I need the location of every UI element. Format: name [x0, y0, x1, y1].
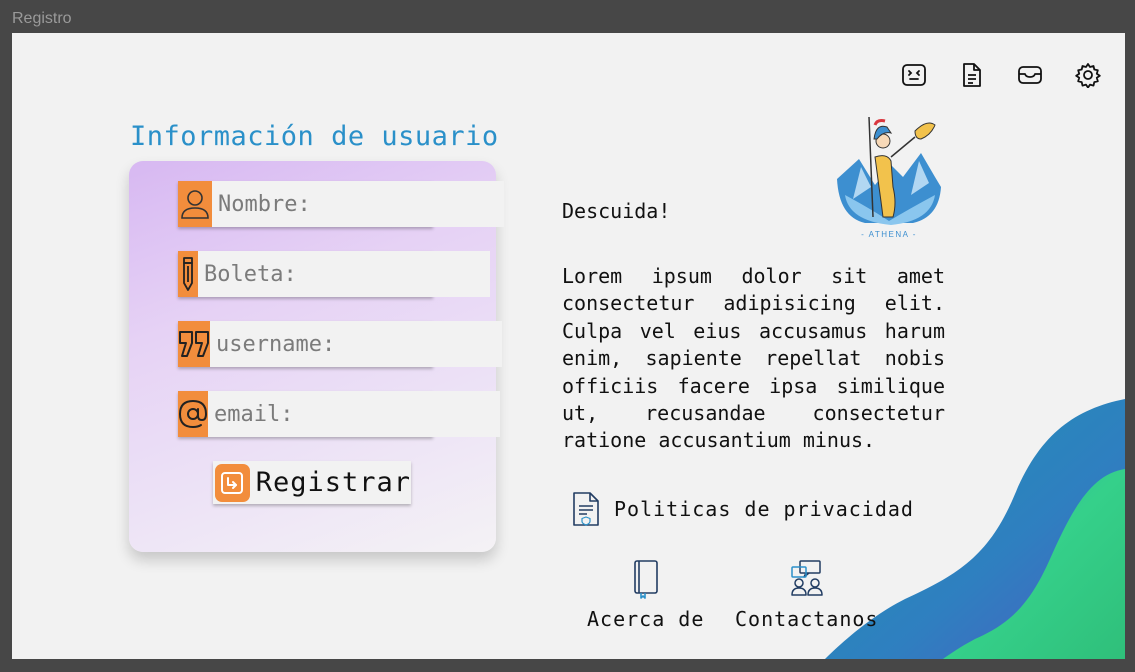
contact-label: Contactanos: [735, 607, 879, 631]
privacy-document-icon: [572, 491, 600, 527]
about-label: Acerca de: [587, 607, 705, 631]
privacy-policy-link[interactable]: Politicas de privacidad: [572, 491, 914, 527]
app-content: Información de usuario Nombre: Boleta: u…: [12, 33, 1125, 659]
gear-icon[interactable]: [1073, 60, 1103, 90]
email-input[interactable]: [208, 391, 500, 437]
book-icon: [633, 559, 659, 599]
name-field: [178, 181, 504, 227]
contact-link[interactable]: Contactanos: [735, 559, 878, 631]
form-title: Información de usuario: [130, 121, 499, 152]
login-icon: [215, 463, 250, 502]
name-input[interactable]: [212, 181, 504, 227]
window-title: Registro: [12, 10, 72, 27]
privacy-policy-label: Politicas de privacidad: [614, 497, 914, 521]
athena-logo: - ATHENA -: [837, 117, 941, 239]
register-button-label: Registrar: [255, 467, 411, 498]
quote-icon: [178, 321, 210, 367]
inbox-icon[interactable]: [1015, 60, 1045, 90]
register-button[interactable]: Registrar: [213, 461, 411, 504]
user-icon: [178, 181, 212, 227]
description-text: Lorem ipsum dolor sit amet consectetur a…: [562, 264, 945, 453]
document-icon[interactable]: [957, 60, 987, 90]
registration-card: Registrar: [129, 161, 504, 552]
username-input[interactable]: [210, 321, 502, 367]
boleta-input[interactable]: [198, 251, 490, 297]
boleta-field: [178, 251, 490, 297]
at-sign-icon: [178, 391, 208, 437]
title-bar: Registro: [0, 0, 1135, 33]
email-field: [178, 391, 500, 437]
contact-people-icon: [790, 559, 824, 599]
greeting-text: Descuida!: [562, 199, 671, 223]
username-field: [178, 321, 502, 367]
pencil-icon: [178, 251, 198, 297]
robot-face-icon[interactable]: [899, 60, 929, 90]
about-link[interactable]: Acerca de: [587, 559, 704, 631]
logo-text: - ATHENA -: [861, 230, 917, 239]
